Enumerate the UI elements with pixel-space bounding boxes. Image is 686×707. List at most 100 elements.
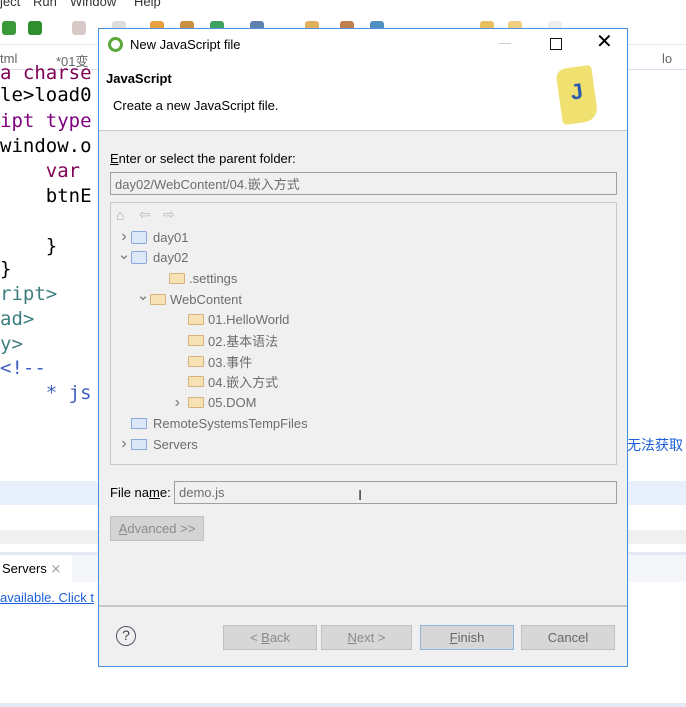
code-line: <!--: [0, 357, 46, 379]
servers-tab[interactable]: Servers ⨯: [0, 555, 72, 582]
new-javascript-file-dialog: New JavaScript file ✕ JavaScript Create …: [98, 28, 628, 667]
code-line: }: [0, 235, 58, 257]
tree-item[interactable]: 01.HelloWorld: [155, 310, 289, 330]
folder-tree[interactable]: ⌂ ⇦ ⇨ › day01 ⌄ day02 .settings ⌄ WebContent 01…: [110, 202, 617, 465]
menu-run[interactable]: Run: [33, 0, 57, 9]
code-line: btnE: [0, 185, 92, 207]
accel-key: F: [449, 630, 458, 645]
tree-item[interactable]: ⌄ day02: [117, 245, 189, 268]
code-line: window.o: [0, 135, 92, 157]
servers-tab-label: Servers: [2, 561, 47, 576]
tree-item[interactable]: .settings: [136, 268, 237, 288]
accel-key: m: [149, 485, 160, 500]
code-line: * js: [0, 382, 92, 404]
menu-bar: ject Run Window Help: [0, 0, 686, 9]
tree-item-label: 01.HelloWorld: [208, 312, 290, 328]
code-line: ipt type: [0, 110, 92, 132]
chevron-down-icon[interactable]: ⌄: [117, 245, 131, 263]
folder-icon: [188, 397, 204, 409]
menu-help[interactable]: Help: [134, 0, 161, 9]
back-button[interactable]: < Back: [223, 625, 317, 650]
tree-item-label: 03.事件: [208, 354, 253, 370]
servers-link[interactable]: available. Click t: [0, 590, 94, 605]
run-server-icon[interactable]: [28, 21, 42, 35]
home-icon[interactable]: ⌂: [116, 207, 124, 223]
tree-item-label: day02: [153, 250, 189, 266]
menu-window[interactable]: Window: [70, 0, 116, 9]
project-icon: [131, 251, 147, 265]
text-cursor-icon: I: [358, 487, 363, 504]
parent-folder-input[interactable]: [110, 172, 617, 195]
tree-item-label: Servers: [153, 436, 198, 452]
tree-item[interactable]: 02.基本语法: [155, 331, 278, 351]
code-line: ad>: [0, 308, 35, 330]
parent-folder-label: Enter or select the parent folder:: [110, 151, 296, 166]
forward-arrow-icon[interactable]: ⇨: [163, 206, 175, 223]
chevron-down-icon[interactable]: ⌄: [136, 286, 150, 304]
label-text: e:: [159, 485, 171, 500]
stop-icon[interactable]: [72, 21, 86, 35]
folder-icon: [188, 376, 204, 388]
background-text: 无法获取: [627, 437, 683, 453]
j-glyph: J: [568, 78, 585, 105]
editor-tab[interactable]: lo: [662, 51, 672, 66]
code-line: le>load0: [0, 84, 92, 106]
dialog-title: New JavaScript file: [130, 37, 241, 52]
wizard-banner: JavaScript Create a new JavaScript file.…: [99, 61, 627, 131]
tree-item[interactable]: ⌄ WebContent: [136, 286, 243, 309]
button-label: <: [249, 630, 258, 645]
accel-key: N: [347, 630, 357, 645]
accel-key: A: [118, 521, 128, 536]
spring-logo-icon: [108, 37, 123, 52]
tree-item-label: RemoteSystemsTempFiles: [153, 415, 308, 431]
tree-item-label: day01: [153, 229, 189, 245]
chevron-right-icon[interactable]: ›: [117, 228, 131, 246]
tree-item-label: 05.DOM: [208, 395, 257, 411]
cancel-button[interactable]: Cancel: [521, 625, 615, 650]
folder-icon: [188, 335, 204, 346]
tree-item[interactable]: › Servers: [117, 434, 198, 454]
wizard-description: Create a new JavaScript file.: [113, 98, 279, 113]
wizard-title: JavaScript: [106, 71, 172, 86]
tree-item-label: 02.基本语法: [208, 334, 279, 349]
back-arrow-icon[interactable]: ⇦: [139, 206, 151, 223]
finish-button[interactable]: Finish: [420, 625, 514, 650]
minimize-icon[interactable]: [499, 43, 511, 44]
separator: [99, 605, 627, 607]
accel-key: B: [261, 630, 270, 645]
folder-icon: [169, 272, 185, 284]
folder-icon: [150, 293, 166, 305]
code-line: y>: [0, 333, 23, 355]
advanced-button[interactable]: Advanced >>: [110, 516, 204, 541]
button-label: ext >: [356, 630, 386, 645]
tree-item-label: WebContent: [170, 291, 243, 307]
folder-icon: [131, 438, 147, 450]
folder-icon: [131, 417, 147, 429]
code-line: ript>: [0, 283, 58, 305]
status-band: [0, 703, 686, 707]
accel-key: E: [110, 151, 119, 166]
tree-item-label: 04.嵌入方式: [208, 375, 279, 391]
tree-item[interactable]: RemoteSystemsTempFiles: [117, 413, 308, 433]
button-label: ack: [269, 630, 291, 645]
tree-item-label: .settings: [189, 270, 238, 286]
maximize-icon[interactable]: [550, 38, 562, 50]
folder-icon: [188, 314, 204, 326]
chevron-right-icon[interactable]: ›: [117, 435, 131, 453]
label-text: File na: [110, 485, 150, 500]
next-button[interactable]: Next >: [321, 625, 412, 650]
close-icon[interactable]: ⨯: [50, 561, 61, 576]
project-icon: [131, 230, 147, 244]
button-label: inish: [457, 630, 485, 645]
chevron-right-icon[interactable]: ›: [155, 394, 188, 412]
close-icon[interactable]: ✕: [596, 32, 613, 52]
file-name-input[interactable]: [174, 481, 617, 504]
tree-item[interactable]: › 05.DOM: [155, 393, 257, 413]
help-icon[interactable]: ?: [116, 626, 136, 646]
folder-icon: [188, 355, 204, 367]
tree-item[interactable]: 04.嵌入方式: [155, 372, 278, 392]
tree-item[interactable]: 03.事件: [155, 351, 252, 371]
run-icon[interactable]: [2, 21, 16, 35]
title-bar: New JavaScript file ✕: [99, 29, 627, 61]
menu-project[interactable]: ject: [0, 0, 20, 9]
